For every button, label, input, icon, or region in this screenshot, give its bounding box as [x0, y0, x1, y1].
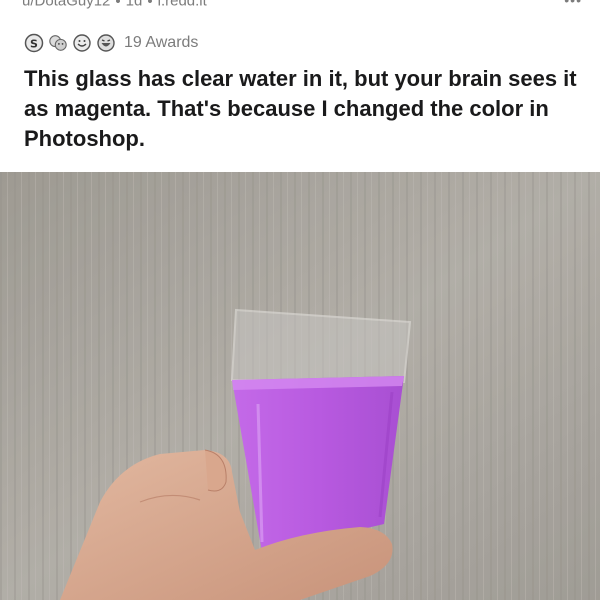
- svg-text:S: S: [30, 38, 38, 51]
- post-meta: u/DotaGuy12 • 1d • i.redd.it •••: [22, 0, 582, 12]
- post-source[interactable]: i.redd.it: [158, 0, 207, 10]
- awards-row[interactable]: S 19 Awards: [24, 30, 198, 56]
- more-options-button[interactable]: •••: [564, 0, 582, 8]
- post-image[interactable]: [0, 172, 600, 600]
- glass-photo-illustration: [0, 172, 600, 600]
- laughing-award-icon: [96, 33, 116, 53]
- silver-award-icon: S: [24, 33, 44, 53]
- post-age: 1d: [125, 0, 143, 10]
- awards-count: 19 Awards: [124, 34, 199, 51]
- separator-dot: •: [115, 0, 121, 10]
- post-author[interactable]: u/DotaGuy12: [22, 0, 110, 10]
- wholesome-award-icon: [72, 33, 92, 53]
- separator-dot: •: [147, 0, 153, 10]
- helpful-award-icon: [48, 33, 68, 53]
- glass-rim: [230, 308, 412, 384]
- post-title[interactable]: This glass has clear water in it, but yo…: [24, 64, 580, 154]
